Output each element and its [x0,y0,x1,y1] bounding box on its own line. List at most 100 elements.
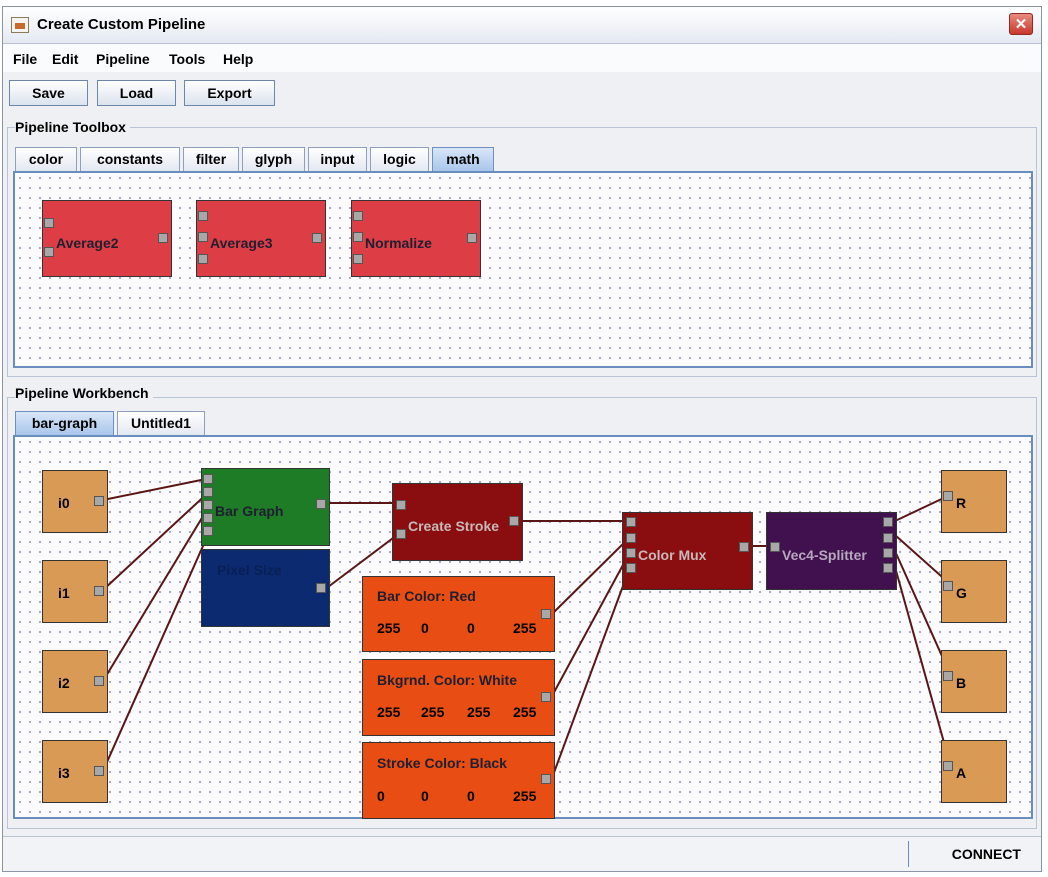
node-bar-graph[interactable]: Bar Graph [201,468,330,546]
color-constant-bar-color[interactable]: Bar Color: Red 255 0 0 255 [362,576,555,652]
a-value[interactable]: 255 [513,788,536,804]
output-port[interactable] [883,548,893,558]
input-port[interactable] [198,211,208,221]
close-button[interactable]: ✕ [1009,13,1033,35]
a-value[interactable]: 255 [513,620,536,636]
input-node-i2[interactable]: i2 [42,650,108,713]
input-port[interactable] [396,529,406,539]
node-vec4-splitter[interactable]: Vec4-Splitter [766,512,897,590]
output-port[interactable] [316,583,326,593]
menu-pipeline[interactable]: Pipeline [96,51,150,67]
output-port[interactable] [316,499,326,509]
input-port[interactable] [44,247,54,257]
output-node-a[interactable]: A [941,740,1007,803]
tab-bar-graph[interactable]: bar-graph [15,411,114,435]
input-port[interactable] [626,533,636,543]
output-port[interactable] [94,586,104,596]
menu-edit[interactable]: Edit [52,51,78,67]
r-value[interactable]: 255 [377,620,400,636]
output-node-g[interactable]: G [941,560,1007,623]
save-button[interactable]: Save [9,80,88,106]
workbench-canvas[interactable]: i0 i1 i2 i3 Bar Graph Pixel Size Create … [13,435,1033,819]
output-port[interactable] [312,233,322,243]
node-create-stroke[interactable]: Create Stroke [392,483,523,561]
node-average2[interactable]: Average2 [42,200,172,277]
input-port[interactable] [626,548,636,558]
input-port[interactable] [943,491,953,501]
output-node-r[interactable]: R [941,470,1007,533]
tab-math[interactable]: math [432,147,494,171]
wire-i3-bargraph [102,527,212,772]
constant-label: Bkgrnd. Color: White [377,672,517,688]
output-port[interactable] [509,516,519,526]
output-port[interactable] [883,517,893,527]
export-button[interactable]: Export [184,80,275,106]
tab-glyph[interactable]: glyph [242,147,305,171]
output-node-b[interactable]: B [941,650,1007,713]
g-value[interactable]: 255 [421,704,444,720]
node-label: i2 [58,675,70,691]
color-constant-stroke-color[interactable]: Stroke Color: Black 0 0 0 255 [362,742,555,819]
input-port[interactable] [44,218,54,228]
tab-untitled1[interactable]: Untitled1 [117,411,205,435]
input-port[interactable] [626,517,636,527]
b-value[interactable]: 255 [467,704,490,720]
menu-help[interactable]: Help [223,51,253,67]
input-port[interactable] [198,232,208,242]
r-value[interactable]: 0 [377,788,385,804]
input-port[interactable] [396,500,406,510]
output-port[interactable] [883,533,893,543]
output-port[interactable] [94,496,104,506]
node-pixel-size[interactable]: Pixel Size [201,549,330,627]
input-port[interactable] [203,500,213,510]
b-value[interactable]: 0 [467,788,475,804]
input-port[interactable] [353,254,363,264]
g-value[interactable]: 0 [421,620,429,636]
input-port[interactable] [353,232,363,242]
output-port[interactable] [467,233,477,243]
color-constant-background-color[interactable]: Bkgrnd. Color: White 255 255 255 255 [362,659,555,736]
output-port[interactable] [541,609,551,619]
menu-tools[interactable]: Tools [169,51,205,67]
input-port[interactable] [203,526,213,536]
node-label: Color Mux [638,547,707,563]
input-port[interactable] [770,542,780,552]
input-port[interactable] [203,474,213,484]
menu-file[interactable]: File [13,51,37,67]
node-label: B [956,675,967,691]
load-button[interactable]: Load [97,80,176,106]
g-value[interactable]: 0 [421,788,429,804]
r-value[interactable]: 255 [377,704,400,720]
tab-color[interactable]: color [15,147,77,171]
input-port[interactable] [203,487,213,497]
input-port[interactable] [353,211,363,221]
input-port[interactable] [943,671,953,681]
node-average3[interactable]: Average3 [196,200,326,277]
input-node-i3[interactable]: i3 [42,740,108,803]
node-color-mux[interactable]: Color Mux [622,512,753,590]
output-port[interactable] [739,542,749,552]
pipeline-workbench-label: Pipeline Workbench [15,385,153,401]
input-node-i0[interactable]: i0 [42,470,108,533]
b-value[interactable]: 0 [467,620,475,636]
connect-status[interactable]: CONNECT [952,846,1021,862]
output-port[interactable] [541,692,551,702]
a-value[interactable]: 255 [513,704,536,720]
tab-constants[interactable]: constants [80,147,180,171]
output-port[interactable] [94,676,104,686]
tab-filter[interactable]: filter [183,147,239,171]
tab-input[interactable]: input [308,147,367,171]
output-port[interactable] [94,766,104,776]
toolbox-canvas[interactable]: Average2 Average3 Normalize [13,171,1033,368]
output-port[interactable] [883,563,893,573]
node-normalize[interactable]: Normalize [351,200,481,277]
output-port[interactable] [541,774,551,784]
input-port[interactable] [626,563,636,573]
input-port[interactable] [203,513,213,523]
input-port[interactable] [943,581,953,591]
tab-logic[interactable]: logic [370,147,429,171]
output-port[interactable] [158,233,168,243]
input-port[interactable] [198,254,208,264]
input-node-i1[interactable]: i1 [42,560,108,623]
input-port[interactable] [943,761,953,771]
